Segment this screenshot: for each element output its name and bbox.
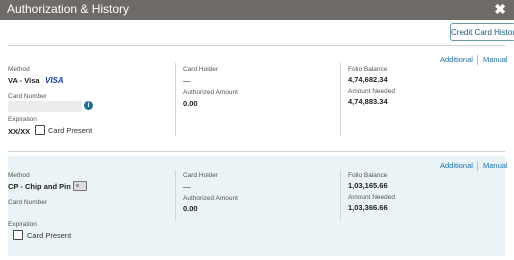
chip-card-icon [73,181,87,191]
method-label: Method [8,172,30,179]
additional-link[interactable]: Additional [440,55,473,64]
amount-needed-value: 1,03,366.66 [348,203,388,212]
amount-needed-value: 4,74,883.34 [348,97,388,106]
card-holder-value: — [183,182,191,191]
close-icon[interactable]: ✖ [494,1,506,18]
additional-link[interactable]: Additional [440,161,473,170]
amount-needed-label: Amount Needed [348,88,395,95]
selected-record-panel[interactable] [8,156,505,256]
divider [8,45,505,46]
card-present-label: Card Present [27,231,72,240]
authorized-amount-value: 0.00 [183,99,198,108]
credit-card-history-button[interactable]: Credit Card History [450,23,514,41]
card-number-field[interactable] [8,101,82,112]
expiration-value: XX/XX [8,127,31,136]
card-number-label: Card Number [8,93,48,100]
method-label: Method [8,66,30,73]
amount-needed-label: Amount Needed [348,194,395,201]
column-divider [175,63,176,136]
card-number-label: Card Number [8,199,48,206]
card-present-checkbox[interactable] [35,125,45,135]
card-holder-value: — [183,76,191,85]
link-separator [477,161,478,171]
method-value: VA - Visa [8,76,40,85]
manual-link[interactable]: Manual [483,161,508,170]
dialog-title: Authorization & History [7,2,130,16]
method-value: CP - Chip and Pin [8,182,71,191]
expiration-label: Expiration [8,116,37,123]
folio-balance-value: 1,03,165.66 [348,181,388,190]
folio-balance-label: Folio Balance [348,66,388,73]
folio-balance-label: Folio Balance [348,172,388,179]
dialog-titlebar: Authorization & History ✖ [0,0,514,20]
card-present-label: Card Present [48,126,93,135]
visa-logo-icon: VISA [45,76,64,85]
expiration-label: Expiration [8,221,37,228]
link-separator [477,55,478,65]
divider [8,151,505,152]
column-divider [340,63,341,136]
column-divider [340,170,341,220]
card-present-checkbox[interactable] [13,230,23,240]
card-holder-label: Card Holder [183,172,219,179]
authorized-amount-label: Authorized Amount [183,89,238,96]
card-holder-label: Card Holder [183,66,219,73]
manual-link[interactable]: Manual [483,55,508,64]
folio-balance-value: 4,74,682.34 [348,75,388,84]
authorized-amount-label: Authorized Amount [183,195,238,202]
authorized-amount-value: 0.00 [183,204,198,213]
info-icon[interactable]: i [84,101,93,110]
column-divider [175,170,176,220]
